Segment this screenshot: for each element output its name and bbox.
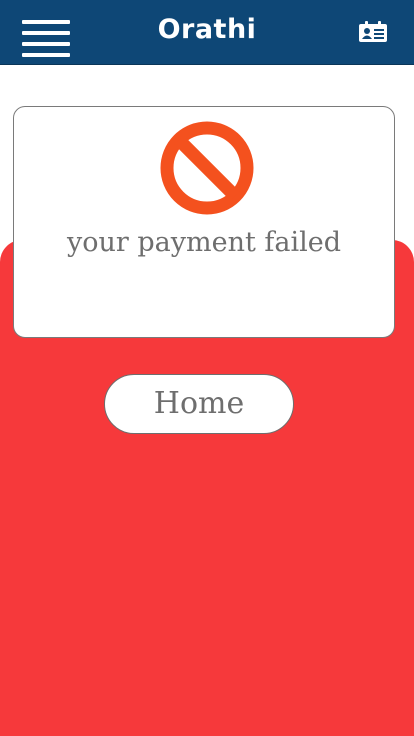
id-card-icon[interactable] <box>358 21 388 43</box>
app-title: Orathi <box>157 14 257 45</box>
payment-status-card: your payment failed <box>13 106 395 338</box>
payment-status-message: your payment failed <box>66 227 342 258</box>
prohibited-icon <box>159 120 255 216</box>
app-header: Orathi <box>0 0 414 65</box>
home-button[interactable]: Home <box>104 374 294 434</box>
menu-line <box>22 53 70 57</box>
